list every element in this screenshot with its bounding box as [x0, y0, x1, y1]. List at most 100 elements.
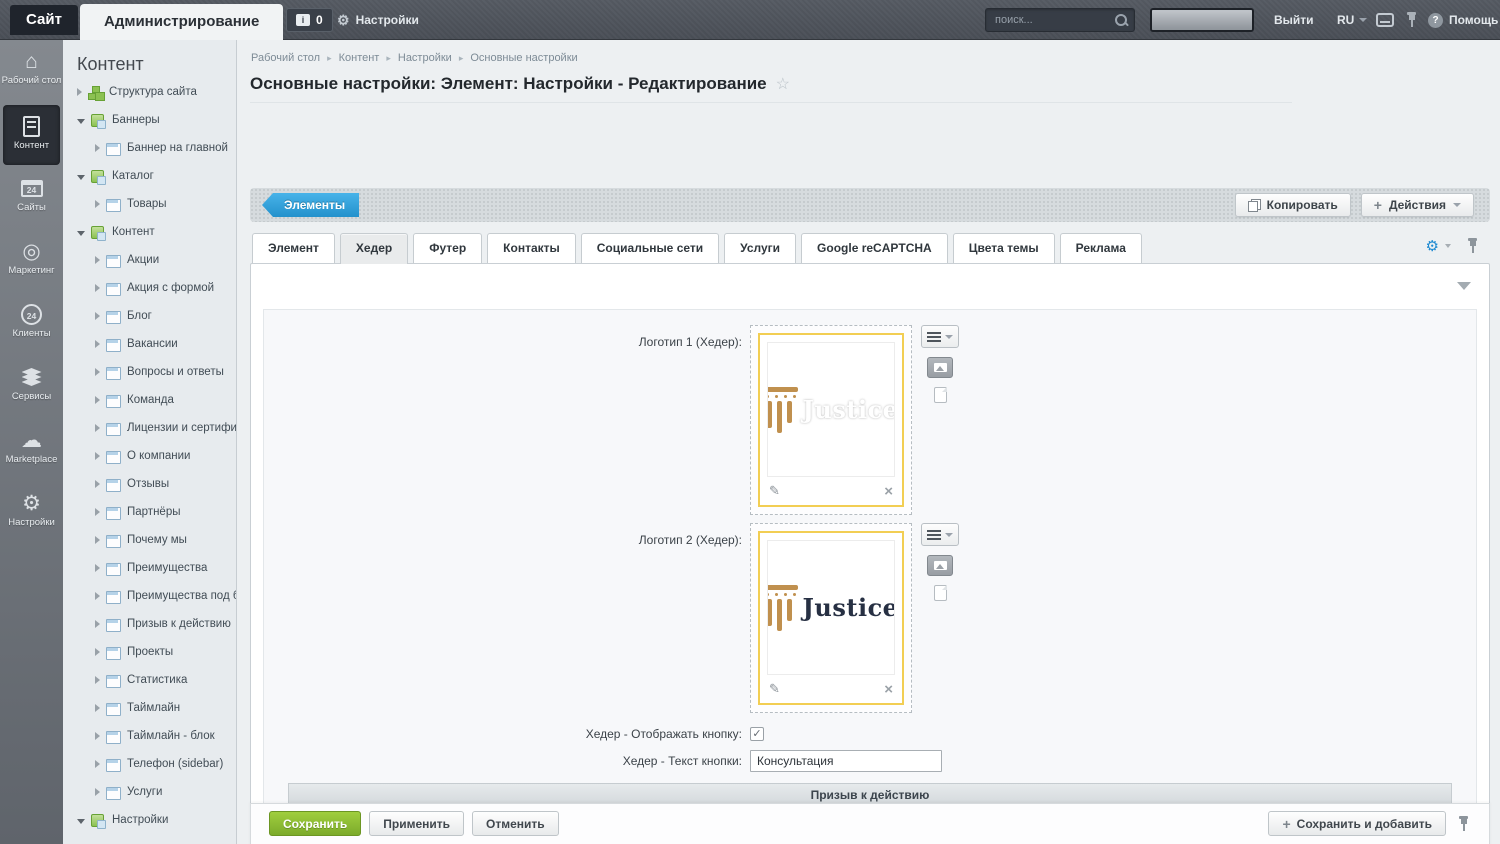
chevron-right-icon[interactable] — [95, 340, 100, 348]
chevron-right-icon[interactable] — [95, 200, 100, 208]
tree-item[interactable]: Отзывы — [63, 470, 236, 498]
chevron-right-icon[interactable] — [95, 284, 100, 292]
admin-tab[interactable]: Администрирование — [80, 4, 284, 40]
help-button[interactable]: ? Помощь — [1428, 0, 1498, 40]
chevron-right-icon[interactable] — [95, 704, 100, 712]
tree-item[interactable]: Таймлайн - блок — [63, 722, 236, 750]
tree-item[interactable]: Таймлайн — [63, 694, 236, 722]
tree-item[interactable]: Товары — [63, 190, 236, 218]
save-and-add-button[interactable]: + Сохранить и добавить — [1268, 811, 1446, 836]
cancel-button[interactable]: Отменить — [472, 811, 559, 836]
tree-item[interactable]: Почему мы — [63, 526, 236, 554]
chevron-down-icon[interactable] — [77, 118, 85, 124]
tree-item[interactable]: Статистика — [63, 666, 236, 694]
tree-item[interactable]: Лицензии и сертификаты — [63, 414, 236, 442]
tree-item[interactable]: Преимущества под баннером — [63, 582, 236, 610]
tree-item[interactable]: Акции — [63, 246, 236, 274]
tree-item[interactable]: Призыв к действию — [63, 610, 236, 638]
delete-image-icon[interactable]: × — [884, 483, 893, 500]
breadcrumb-item[interactable]: Основные настройки — [470, 52, 577, 64]
chevron-down-icon[interactable] — [77, 230, 85, 236]
tree-item[interactable]: Баннеры — [63, 106, 236, 134]
rail-item-clients[interactable]: 24 Клиенты — [0, 293, 63, 356]
search-icon[interactable] — [1114, 13, 1128, 27]
breadcrumb-item[interactable]: Контент — [339, 52, 380, 64]
pin-icon[interactable] — [1406, 12, 1417, 28]
show-button-checkbox[interactable]: ✓ — [750, 727, 764, 741]
hotkeys-icon[interactable] — [1376, 13, 1394, 27]
tab-4[interactable]: Социальные сети — [580, 233, 720, 263]
notifications-badge[interactable]: i 0 — [286, 8, 333, 32]
actions-button[interactable]: + Действия — [1360, 193, 1474, 217]
rail-item-settings[interactable]: ⚙ Настройки — [0, 482, 63, 545]
chevron-down-icon[interactable] — [1445, 244, 1451, 248]
chevron-right-icon[interactable] — [95, 760, 100, 768]
image-upload-area[interactable]: Justice ✎ × — [750, 325, 912, 515]
tab-0[interactable]: Элемент — [252, 233, 335, 263]
rail-item-marketing[interactable]: ◎ Маркетинг — [0, 230, 63, 293]
chevron-right-icon[interactable] — [95, 536, 100, 544]
chevron-right-icon[interactable] — [95, 620, 100, 628]
chevron-right-icon[interactable] — [95, 508, 100, 516]
tab-3[interactable]: Контакты — [487, 233, 576, 263]
tab-6[interactable]: Google reCAPTCHA — [801, 233, 948, 263]
chevron-right-icon[interactable] — [95, 144, 100, 152]
edit-image-icon[interactable]: ✎ — [769, 483, 780, 499]
header-button-text-input[interactable] — [750, 750, 942, 772]
chevron-right-icon[interactable] — [95, 452, 100, 460]
tree-item[interactable]: Структура сайта — [63, 78, 236, 106]
rail-item-services[interactable]: Сервисы — [0, 356, 63, 419]
chevron-right-icon[interactable] — [95, 256, 100, 264]
image-menu-button[interactable] — [921, 523, 959, 546]
collapse-section-icon[interactable] — [1457, 282, 1471, 290]
breadcrumb-item[interactable]: Рабочий стол — [251, 52, 320, 64]
tree-item[interactable]: Команда — [63, 386, 236, 414]
pin-footer-icon[interactable] — [1458, 815, 1469, 832]
rail-item-sites[interactable]: 24 Сайты — [0, 167, 63, 230]
image-upload-area[interactable]: Justice ✎ × — [750, 523, 912, 713]
tree-item[interactable]: Партнёры — [63, 498, 236, 526]
chevron-right-icon[interactable] — [95, 592, 100, 600]
tab-5[interactable]: Услуги — [724, 233, 797, 263]
favorite-star-icon[interactable]: ☆ — [776, 74, 790, 94]
edit-image-icon[interactable]: ✎ — [769, 681, 780, 697]
image-view-button[interactable] — [927, 357, 953, 378]
rail-item-content[interactable]: Контент — [3, 105, 60, 165]
pin-form-icon[interactable] — [1467, 238, 1478, 254]
tab-1[interactable]: Хедер — [339, 233, 409, 264]
chevron-right-icon[interactable] — [95, 732, 100, 740]
tree-item[interactable]: Услуги — [63, 778, 236, 806]
logout-link[interactable]: Выйти — [1274, 0, 1314, 40]
chevron-down-icon[interactable] — [77, 818, 85, 824]
tree-item[interactable]: Акция с формой — [63, 274, 236, 302]
tab-2[interactable]: Футер — [413, 233, 483, 263]
rail-item-marketplace[interactable]: ☁ Marketplace — [0, 419, 63, 482]
save-button[interactable]: Сохранить — [269, 811, 362, 836]
image-view-button[interactable] — [927, 555, 953, 576]
tree-item[interactable]: Настройки — [63, 806, 236, 834]
topbar-settings-button[interactable]: ⚙ Настройки — [337, 0, 419, 40]
tab-settings-gear-icon[interactable]: ⚙ — [1426, 239, 1439, 254]
language-selector[interactable]: RU — [1337, 0, 1368, 40]
tree-item[interactable]: Контент — [63, 218, 236, 246]
image-menu-button[interactable] — [921, 325, 959, 348]
chevron-right-icon[interactable] — [95, 676, 100, 684]
tab-8[interactable]: Реклама — [1059, 233, 1142, 263]
tree-item[interactable]: Каталог — [63, 162, 236, 190]
tree-item[interactable]: Телефон (sidebar) — [63, 750, 236, 778]
chevron-right-icon[interactable] — [95, 788, 100, 796]
chevron-right-icon[interactable] — [95, 312, 100, 320]
copy-button[interactable]: Копировать — [1234, 193, 1351, 217]
delete-image-icon[interactable]: × — [884, 681, 893, 698]
tab-7[interactable]: Цвета темы — [952, 233, 1055, 263]
chevron-right-icon[interactable] — [95, 648, 100, 656]
tree-item[interactable]: Вопросы и ответы — [63, 358, 236, 386]
user-name-blurred[interactable] — [1150, 8, 1254, 32]
tree-item[interactable]: Преимущества — [63, 554, 236, 582]
site-tab[interactable]: Сайт — [10, 5, 78, 35]
tree-item[interactable]: Вакансии — [63, 330, 236, 358]
tree-item[interactable]: Проекты — [63, 638, 236, 666]
tree-item[interactable]: О компании — [63, 442, 236, 470]
chevron-right-icon[interactable] — [95, 480, 100, 488]
rail-item-home[interactable]: ⌂ Рабочий стол — [0, 40, 63, 103]
